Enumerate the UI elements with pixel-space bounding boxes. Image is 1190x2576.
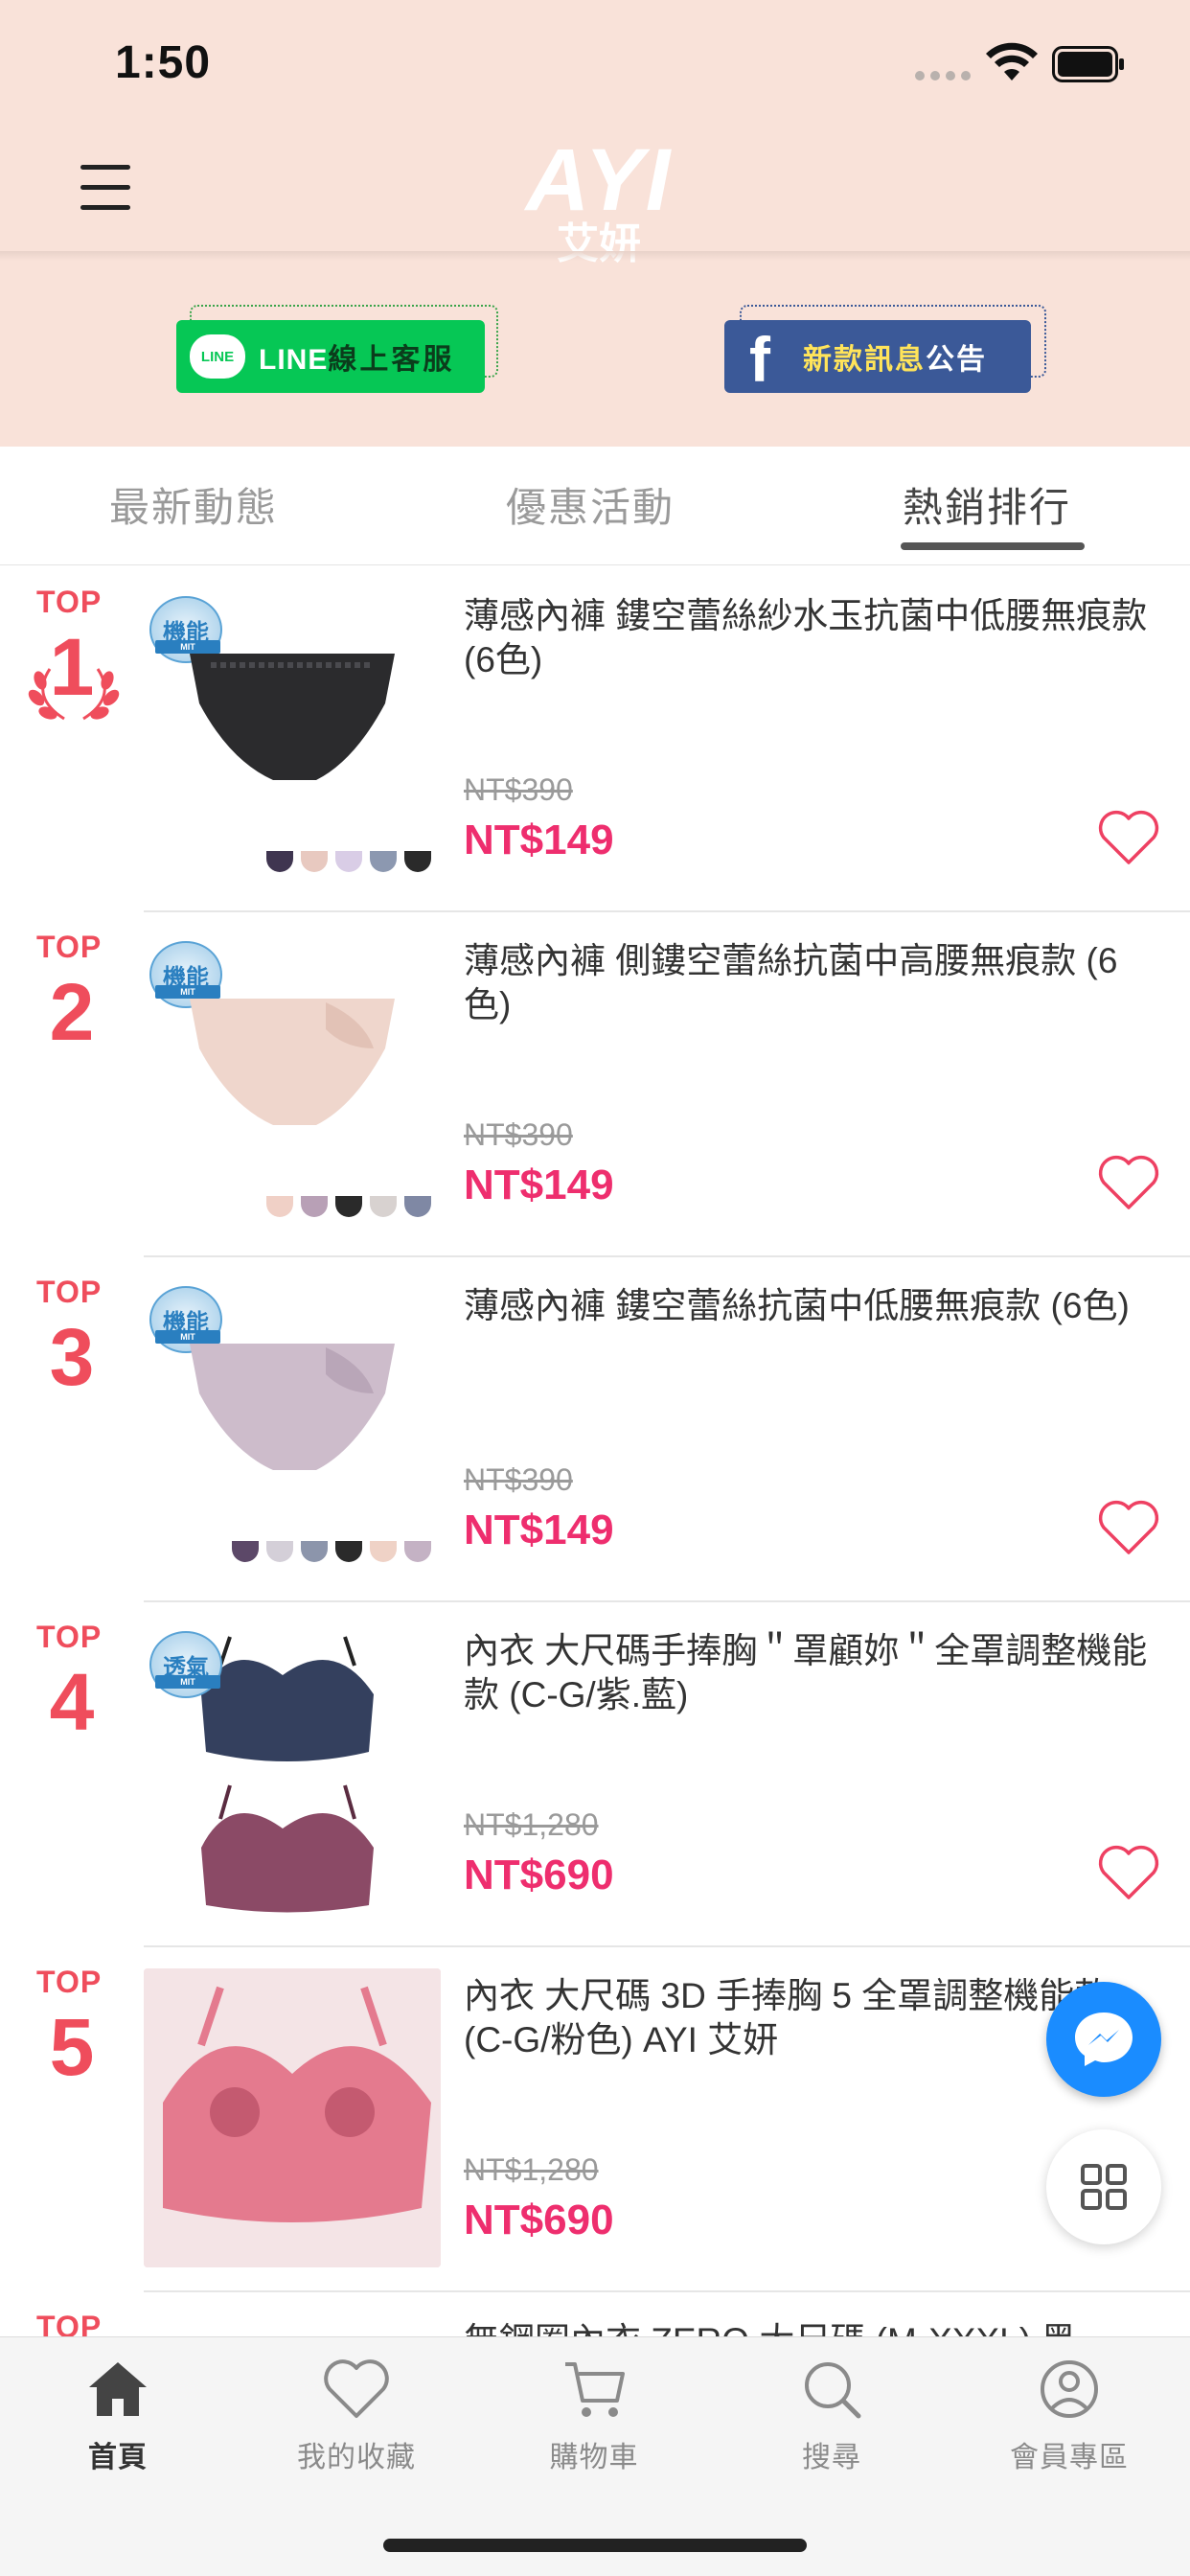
status-time: 1:50 <box>115 37 212 88</box>
header-shadow <box>0 251 1190 261</box>
product-image[interactable]: 機能 MIT <box>144 1278 441 1577</box>
search-icon <box>805 2362 861 2419</box>
original-price: NT$1,280 <box>464 1807 599 1842</box>
product-title[interactable]: 無鋼圈內衣 ZERO 大尺碼 (M-XXXL) 黑 <box>464 2319 1163 2336</box>
rank-label: TOP <box>36 1965 103 1999</box>
rank-number: 3 <box>49 1312 95 1402</box>
cart-icon <box>565 2362 625 2417</box>
nav-label: 搜尋 <box>802 2442 861 2473</box>
favorite-heart-icon[interactable] <box>1096 1842 1161 1901</box>
signal-icon <box>915 71 971 80</box>
favorite-heart-icon[interactable] <box>1096 1152 1161 1211</box>
active-tab-indicator <box>901 542 1085 550</box>
product-image[interactable] <box>144 1968 441 2267</box>
sale-price: NT$690 <box>464 1852 614 1898</box>
sale-price: NT$690 <box>464 2196 614 2243</box>
rank-label: TOP <box>36 930 103 964</box>
rank-number: 4 <box>49 1657 95 1747</box>
original-price: NT$390 <box>464 1117 573 1152</box>
status-bar: 1:50 <box>0 0 1190 125</box>
product-item[interactable]: TOP 2 機能 MIT 薄感內褲 側鏤空蕾絲抗菌中高腰無痕款 (6色) NT$3… <box>0 912 1190 1257</box>
favorite-heart-icon[interactable] <box>1096 1497 1161 1556</box>
original-price: NT$390 <box>464 1462 573 1497</box>
favorite-heart-icon[interactable] <box>1096 807 1161 866</box>
nav-favorites[interactable]: 我的收藏 <box>251 2357 462 2510</box>
facebook-icon: f <box>749 324 770 395</box>
bottom-navigation: 首頁 我的收藏 購物車 搜尋 會員專區 <box>0 2336 1190 2576</box>
product-image[interactable]: 機能 MIT <box>144 588 441 887</box>
nav-cart[interactable]: 購物車 <box>489 2357 699 2510</box>
nav-label: 購物車 <box>549 2442 639 2473</box>
menu-button[interactable] <box>80 165 134 211</box>
panties-image <box>190 1344 395 1470</box>
original-price: NT$390 <box>464 772 573 807</box>
brand-logo[interactable]: AYI 艾妍 <box>498 130 699 267</box>
facebook-news-button[interactable]: f 新款訊息公告 <box>724 320 1031 393</box>
product-item[interactable]: TOP 無鋼圈內衣 ZERO 大尺碼 (M-XXXL) 黑 <box>0 2292 1190 2336</box>
home-indicator <box>383 2539 807 2552</box>
app-header: AYI 艾妍 <box>0 125 1190 267</box>
grid-icon <box>1081 2164 1127 2210</box>
tab-latest-news[interactable]: 最新動態 <box>109 475 278 534</box>
laurel-icon <box>28 668 120 721</box>
original-price: NT$1,280 <box>464 2152 599 2187</box>
quick-menu-button[interactable] <box>1046 2129 1161 2244</box>
product-image[interactable]: 透氣 MIT <box>144 1623 441 1922</box>
sale-price: NT$149 <box>464 1506 614 1553</box>
promo-row: LINE LINE線上客服 f 新款訊息公告 <box>0 297 1190 402</box>
user-icon <box>1041 2360 1098 2418</box>
facebook-button-label: 新款訊息公告 <box>803 344 987 376</box>
sale-price: NT$149 <box>464 816 614 863</box>
messenger-icon <box>1075 2012 1133 2066</box>
category-tabs: 最新動態 優惠活動 熱銷排行 <box>0 447 1190 565</box>
line-icon: LINE <box>190 334 245 379</box>
heart-icon <box>324 2359 389 2418</box>
line-button-label: LINE線上客服 <box>259 344 455 376</box>
sale-price: NT$149 <box>464 1162 614 1208</box>
messenger-chat-button[interactable] <box>1046 1982 1161 2097</box>
line-support-button[interactable]: LINE LINE線上客服 <box>176 320 485 393</box>
nav-label: 會員專區 <box>1010 2442 1129 2473</box>
product-item[interactable]: TOP 4 透氣 MIT 內衣 大尺碼手捧胸＂罩顧妳＂全罩調整機能款 (C-G/紫… <box>0 1602 1190 1947</box>
rank-label: TOP <box>36 1620 103 1654</box>
product-image[interactable]: 機能 MIT <box>144 933 441 1232</box>
panties-image <box>190 999 395 1125</box>
rank-number: 2 <box>49 967 95 1057</box>
logo-subtext: 艾妍 <box>557 220 641 267</box>
header-zone: 1:50 AYI 艾妍 LINE LINE線上客服 f 新款訊息公告 <box>0 0 1190 447</box>
product-item[interactable]: TOP 3 機能 MIT 薄感內褲 鏤空蕾絲抗菌中低腰無痕款 (6色) NT$39… <box>0 1257 1190 1602</box>
product-item[interactable]: TOP 1 機能 MIT 薄感內褲 鏤空蕾絲紗水玉抗菌中低腰無痕款 (6色) NT… <box>0 567 1190 912</box>
product-title[interactable]: 薄感內褲 鏤空蕾絲抗菌中低腰無痕款 (6色) <box>464 1284 1163 1328</box>
rank-label: TOP <box>36 1275 103 1309</box>
rank-label: TOP <box>36 2310 103 2336</box>
product-item[interactable]: TOP 5 內衣 大尺碼 3D 手捧胸 5 全罩調整機能款 (C-G/粉色) A… <box>0 1947 1190 2292</box>
nav-home[interactable]: 首頁 <box>12 2357 223 2510</box>
product-title[interactable]: 薄感內褲 鏤空蕾絲紗水玉抗菌中低腰無痕款 (6色) <box>464 594 1163 682</box>
tab-best-sellers[interactable]: 熱銷排行 <box>903 475 1071 534</box>
color-swatches <box>232 1541 431 1562</box>
nav-search[interactable]: 搜尋 <box>726 2357 937 2510</box>
nav-label: 首頁 <box>88 2442 148 2473</box>
panties-image <box>190 654 395 780</box>
product-title[interactable]: 內衣 大尺碼手捧胸＂罩顧妳＂全罩調整機能款 (C-G/紫.藍) <box>464 1629 1163 1717</box>
product-title[interactable]: 薄感內褲 側鏤空蕾絲抗菌中高腰無痕款 (6色) <box>464 939 1163 1027</box>
function-badge: 透氣 MIT <box>149 1631 222 1698</box>
battery-icon <box>1052 46 1124 82</box>
color-swatches <box>266 851 431 872</box>
tab-promotions[interactable]: 優惠活動 <box>506 475 675 534</box>
color-swatches <box>266 1196 431 1217</box>
bra-image <box>144 1968 441 2267</box>
rank-label: TOP <box>36 585 103 619</box>
nav-label: 我的收藏 <box>297 2442 416 2473</box>
nav-member[interactable]: 會員專區 <box>964 2357 1175 2510</box>
rank-number: 5 <box>49 2002 95 2092</box>
home-icon <box>89 2362 147 2416</box>
wifi-icon <box>986 42 1038 80</box>
